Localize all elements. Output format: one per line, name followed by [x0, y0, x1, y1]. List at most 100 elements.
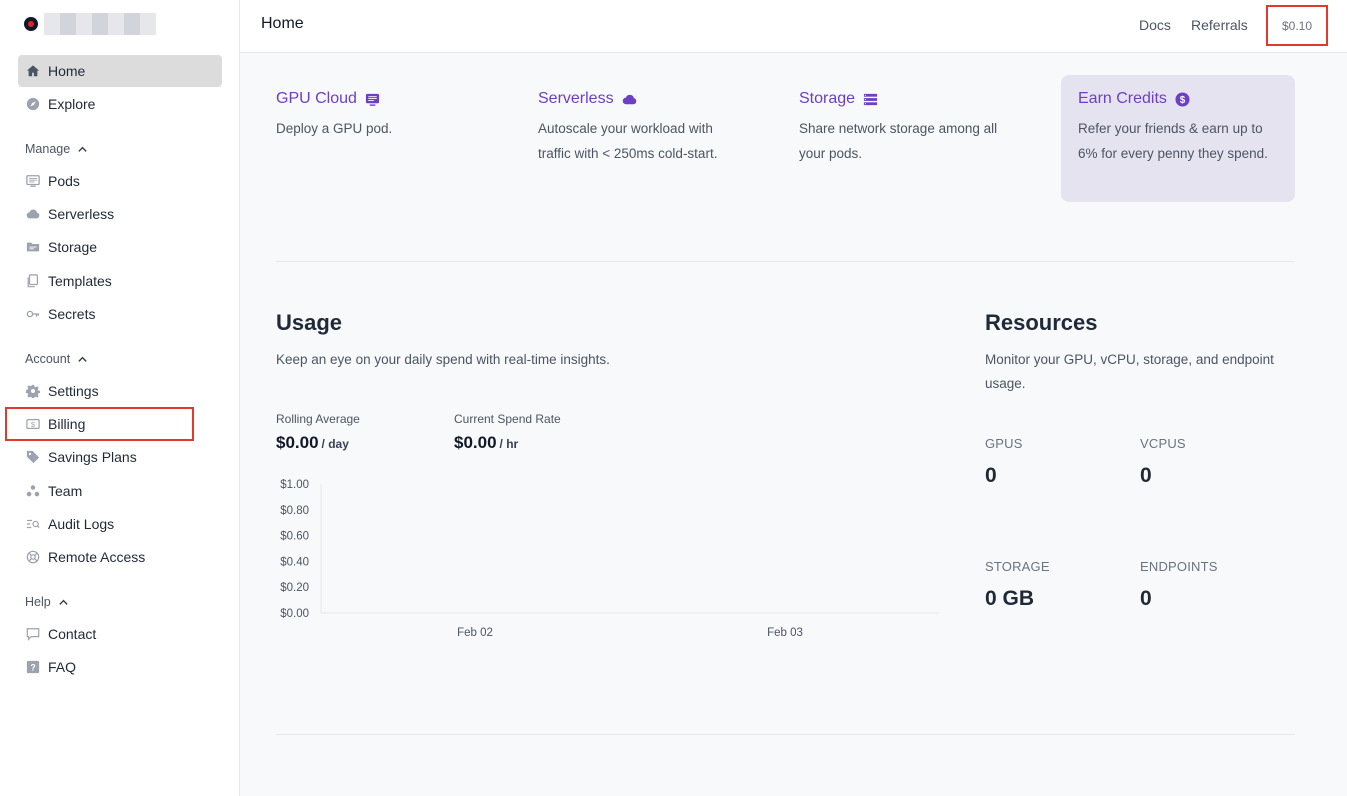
y-tick-label: $0.60: [280, 531, 309, 543]
key-icon: [26, 307, 40, 321]
sidebar-item-pods[interactable]: Pods: [18, 165, 222, 197]
sidebar-item-home[interactable]: Home: [18, 55, 222, 87]
divider: [276, 734, 1295, 735]
gear-icon: [26, 384, 40, 398]
sidebar-item-label: Storage: [48, 239, 98, 255]
card-title-text: Serverless: [538, 90, 614, 107]
usage-chart: $1.00 $0.80 $0.60 $0.40 $0.20 $0.00 Feb 02 Feb …: [276, 472, 946, 652]
sidebar-item-label: Explore: [48, 96, 96, 112]
sidebar-item-faq[interactable]: ? FAQ: [18, 651, 222, 683]
home-icon: [26, 64, 40, 78]
resources-title: Resources: [985, 310, 1098, 335]
x-tick-label: Feb 03: [767, 627, 803, 639]
section-help-toggle[interactable]: Help: [25, 595, 69, 609]
vcpus-value: 0: [1140, 464, 1152, 487]
card-title[interactable]: GPU Cloud: [276, 90, 476, 108]
section-manage-toggle[interactable]: Manage: [25, 142, 88, 156]
sidebar-item-label: Billing: [48, 416, 86, 432]
svg-text:$: $: [31, 422, 35, 429]
rolling-average-unit: / day: [321, 437, 349, 451]
card-title[interactable]: Storage: [799, 90, 999, 108]
card-description: Deploy a GPU pod.: [276, 121, 393, 136]
sidebar-item-team[interactable]: Team: [18, 475, 222, 507]
remote-access-icon: [26, 550, 40, 564]
sidebar-item-contact[interactable]: Contact: [18, 618, 222, 650]
chevron-up-icon: [78, 356, 87, 362]
y-tick-label: $0.00: [280, 608, 309, 620]
main-content: Home Docs Referrals $0.10 GPU Cloud Depl…: [240, 0, 1347, 796]
sidebar-item-label: Remote Access: [48, 549, 146, 565]
sidebar-item-label: Contact: [48, 626, 97, 642]
sidebar-item-secrets[interactable]: Secrets: [18, 298, 222, 330]
sidebar-item-label: Audit Logs: [48, 516, 115, 532]
sidebar: Home Explore Manage Pods Serverless Stor…: [0, 0, 240, 796]
resources-subtitle: Monitor your GPU, vCPU, storage, and end…: [985, 352, 1274, 391]
usage-chart-svg: $1.00 $0.80 $0.60 $0.40 $0.20 $0.00 Feb 02 Feb …: [280, 479, 939, 639]
usage-title: Usage: [276, 310, 343, 335]
rolling-average-amount: $0.00: [276, 433, 319, 452]
chevron-up-icon: [59, 599, 68, 605]
x-tick-label: Feb 02: [457, 627, 493, 639]
y-tick-label: $0.20: [280, 582, 309, 594]
spend-rate-amount: $0.00: [454, 433, 497, 452]
section-label: Manage: [25, 142, 71, 156]
card-title[interactable]: Earn Credits $: [1078, 90, 1278, 108]
spend-rate-label: Current Spend Rate: [454, 412, 561, 426]
team-icon: [26, 484, 40, 498]
gpus-label: GPUS: [985, 436, 1023, 451]
page-title: Home: [261, 15, 304, 32]
top-bar: Home Docs Referrals $0.10: [240, 0, 1347, 53]
card-storage[interactable]: Storage Share network storage among all …: [782, 75, 1016, 202]
folder-icon: [26, 240, 40, 254]
sidebar-item-audit-logs[interactable]: Audit Logs: [18, 508, 222, 540]
brand-name-redacted: [44, 13, 156, 35]
card-description: Refer your friends & earn up to 6% for e…: [1078, 121, 1268, 161]
storage-list-icon: [863, 92, 878, 107]
gpu-icon: [365, 92, 380, 107]
section-account-toggle[interactable]: Account: [25, 352, 88, 366]
sidebar-item-label: FAQ: [48, 659, 77, 675]
card-title[interactable]: Serverless: [538, 90, 738, 108]
storage-label: STORAGE: [985, 559, 1050, 574]
chat-icon: [26, 627, 40, 641]
cloud-icon: [26, 207, 40, 221]
referrals-link[interactable]: Referrals: [1191, 17, 1248, 33]
billing-icon: $: [26, 417, 40, 431]
sidebar-item-storage[interactable]: Storage: [18, 231, 222, 263]
sidebar-item-label: Serverless: [48, 206, 115, 222]
vcpus-label: VCPUS: [1140, 436, 1186, 451]
sidebar-item-explore[interactable]: Explore: [18, 88, 222, 120]
card-gpu-cloud[interactable]: GPU Cloud Deploy a GPU pod.: [259, 75, 493, 202]
card-description: Autoscale your workload with traffic wit…: [538, 121, 718, 161]
docs-link[interactable]: Docs: [1139, 17, 1171, 33]
app-window: Home Explore Manage Pods Serverless Stor…: [0, 0, 1347, 796]
card-description: Share network storage among all your pod…: [799, 121, 998, 161]
sidebar-item-serverless[interactable]: Serverless: [18, 198, 222, 230]
endpoints-label: ENDPOINTS: [1140, 559, 1218, 574]
svg-text:?: ?: [30, 663, 35, 673]
sidebar-item-label: Pods: [48, 173, 80, 189]
sidebar-item-templates[interactable]: Templates: [18, 265, 222, 297]
sidebar-item-savings-plans[interactable]: Savings Plans: [18, 441, 222, 473]
usage-subtitle: Keep an eye on your daily spend with rea…: [276, 352, 610, 367]
card-title-text: GPU Cloud: [276, 90, 357, 107]
sidebar-item-billing[interactable]: $ Billing: [18, 408, 222, 440]
templates-icon: [26, 274, 40, 288]
brand[interactable]: [24, 12, 156, 36]
sidebar-item-remote-access[interactable]: Remote Access: [18, 541, 222, 573]
pods-icon: [26, 174, 40, 188]
rolling-average-label: Rolling Average: [276, 412, 360, 426]
chevron-up-icon: [78, 146, 87, 152]
sidebar-item-label: Savings Plans: [48, 449, 137, 465]
spend-rate-unit: / hr: [499, 437, 519, 451]
audit-logs-icon: [26, 517, 40, 531]
sidebar-item-settings[interactable]: Settings: [18, 375, 222, 407]
storage-value: 0 GB: [985, 587, 1035, 610]
card-earn-credits[interactable]: Earn Credits $ Refer your friends & earn…: [1061, 75, 1295, 202]
y-tick-label: $0.40: [280, 556, 309, 568]
cloud-icon: [622, 92, 637, 107]
divider: [276, 261, 1295, 262]
card-serverless[interactable]: Serverless Autoscale your workload with …: [521, 75, 755, 202]
sidebar-item-label: Templates: [48, 273, 112, 289]
balance-button[interactable]: $0.10: [1266, 5, 1328, 46]
